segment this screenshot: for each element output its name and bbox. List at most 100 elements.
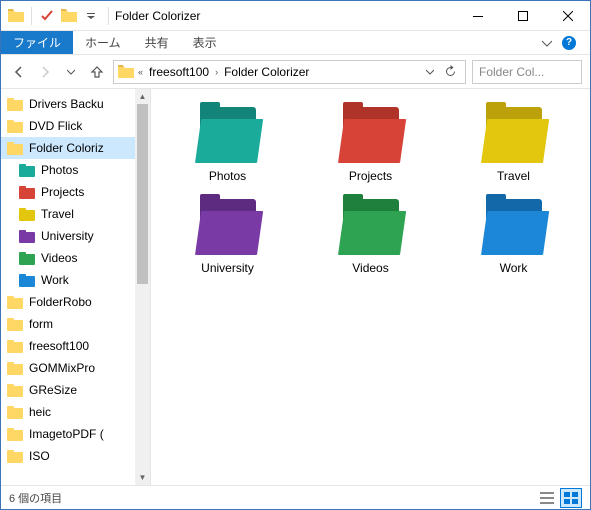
tree-item[interactable]: University — [1, 225, 150, 247]
tree-item[interactable]: Travel — [1, 203, 150, 225]
tree-item-label: ISO — [29, 449, 50, 463]
tree-pane[interactable]: Drivers Backu DVD Flick Folder Coloriz Phot… — [1, 89, 151, 485]
close-button[interactable] — [545, 1, 590, 30]
tree-item[interactable]: Drivers Backu — [1, 93, 150, 115]
tree-item-label: Photos — [41, 163, 78, 177]
tree-item[interactable]: ISO — [1, 445, 150, 467]
folder-item[interactable]: Videos — [304, 199, 437, 275]
nav-forward-button[interactable] — [35, 60, 55, 84]
folder-icon — [19, 164, 35, 177]
folder-icon — [118, 65, 134, 79]
folder-icon — [481, 107, 547, 163]
scrollbar[interactable]: ▲ ▼ — [135, 89, 150, 485]
tree-item[interactable]: heic — [1, 401, 150, 423]
qat-dropdown-icon[interactable] — [82, 7, 100, 25]
scroll-down-button[interactable]: ▼ — [135, 470, 150, 485]
folder-icon — [338, 107, 404, 163]
folder-label: University — [201, 261, 254, 275]
scroll-up-button[interactable]: ▲ — [135, 89, 150, 104]
folder-item[interactable]: Projects — [304, 107, 437, 183]
tree-item[interactable]: DVD Flick — [1, 115, 150, 137]
tree-item[interactable]: GOMMixPro — [1, 357, 150, 379]
main-pane[interactable]: Photos Projects Travel University Videos Work — [151, 89, 590, 485]
folder-item[interactable]: University — [161, 199, 294, 275]
folder-icon — [338, 199, 404, 255]
tree-item-label: form — [29, 317, 53, 331]
folder-icon — [19, 186, 35, 199]
chevron-left-icon[interactable]: « — [136, 67, 145, 77]
maximize-button[interactable] — [500, 1, 545, 30]
tree-item-label: DVD Flick — [29, 119, 82, 133]
address-bar[interactable]: « freesoft100 › Folder Colorizer — [113, 60, 466, 84]
chevron-right-icon[interactable]: › — [213, 67, 220, 77]
nav-back-button[interactable] — [9, 60, 29, 84]
tree-item[interactable]: FolderRobo — [1, 291, 150, 313]
tree-item[interactable]: form — [1, 313, 150, 335]
folder-item[interactable]: Photos — [161, 107, 294, 183]
window-controls — [455, 1, 590, 30]
tree-item[interactable]: ImagetoPDF ( — [1, 423, 150, 445]
checkmark-icon[interactable] — [38, 7, 56, 25]
folder-icon — [7, 384, 23, 397]
folder-item[interactable]: Work — [447, 199, 580, 275]
folder-icon — [7, 7, 25, 25]
view-details-button[interactable] — [536, 488, 558, 508]
tab-home[interactable]: ホーム — [73, 31, 133, 54]
nav-bar: « freesoft100 › Folder Colorizer Folder … — [1, 55, 590, 89]
folder-icon — [7, 450, 23, 463]
minimize-button[interactable] — [455, 1, 500, 30]
tab-file[interactable]: ファイル — [1, 31, 73, 54]
folder-icon — [7, 98, 23, 111]
tab-view[interactable]: 表示 — [181, 31, 229, 54]
tree-item[interactable]: GReSize — [1, 379, 150, 401]
ribbon-tabs: ファイル ホーム 共有 表示 ? — [1, 31, 590, 55]
item-count: 6 個の項目 — [9, 490, 62, 506]
tree-item-label: University — [41, 229, 94, 243]
ribbon-expand-icon[interactable] — [542, 38, 552, 48]
tree-item-label: Folder Coloriz — [29, 141, 104, 155]
folder-icon — [7, 318, 23, 331]
folder-item[interactable]: Travel — [447, 107, 580, 183]
folder-icon — [7, 296, 23, 309]
folder-icon — [7, 120, 23, 133]
folder-small-icon[interactable] — [60, 7, 78, 25]
tree-item-label: Projects — [41, 185, 84, 199]
nav-up-button[interactable] — [87, 60, 107, 84]
tree-item[interactable]: Folder Coloriz — [1, 137, 150, 159]
address-dropdown-icon[interactable] — [422, 68, 438, 76]
folder-icon — [7, 340, 23, 353]
tree-item-label: Videos — [41, 251, 77, 265]
folder-label: Projects — [349, 169, 392, 183]
tab-share[interactable]: 共有 — [133, 31, 181, 54]
folder-label: Videos — [352, 261, 388, 275]
tree-item-label: Travel — [41, 207, 74, 221]
tree-item[interactable]: Work — [1, 269, 150, 291]
refresh-button[interactable] — [440, 65, 461, 78]
tree-item-label: Drivers Backu — [29, 97, 104, 111]
tree-item-label: FolderRobo — [29, 295, 92, 309]
status-bar: 6 個の項目 — [1, 485, 590, 509]
view-icons-button[interactable] — [560, 488, 582, 508]
folder-icon — [7, 142, 23, 155]
title-bar: Folder Colorizer — [1, 1, 590, 31]
tree-item[interactable]: Videos — [1, 247, 150, 269]
folder-icon — [19, 208, 35, 221]
help-icon[interactable]: ? — [562, 36, 576, 50]
breadcrumb-segment[interactable]: Folder Colorizer — [222, 65, 311, 79]
scroll-thumb[interactable] — [137, 104, 148, 284]
quick-access-toolbar — [1, 1, 106, 30]
tree-item-label: heic — [29, 405, 51, 419]
folder-label: Travel — [497, 169, 530, 183]
breadcrumb-segment[interactable]: freesoft100 — [147, 65, 211, 79]
folder-icon — [7, 428, 23, 441]
tree-item[interactable]: Projects — [1, 181, 150, 203]
nav-recent-dropdown[interactable] — [61, 60, 81, 84]
tree-item[interactable]: freesoft100 — [1, 335, 150, 357]
search-input[interactable]: Folder Col... — [472, 60, 582, 84]
folder-icon — [19, 274, 35, 287]
tree-item-label: ImagetoPDF ( — [29, 427, 104, 441]
window-title: Folder Colorizer — [111, 9, 455, 23]
tree-item[interactable]: Photos — [1, 159, 150, 181]
folder-icon — [7, 406, 23, 419]
folder-icon — [481, 199, 547, 255]
